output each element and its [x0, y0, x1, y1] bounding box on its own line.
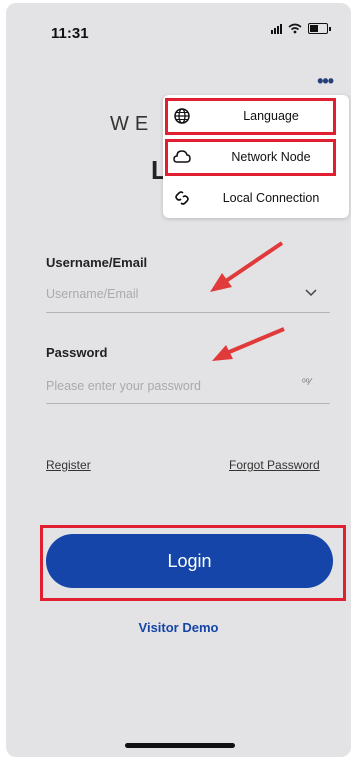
username-label: Username/Email — [46, 255, 148, 270]
welcome-title: WE — [110, 113, 155, 135]
visitor-demo-link[interactable]: Visitor Demo — [6, 620, 351, 635]
highlight-language — [165, 98, 336, 135]
eye-closed-icon[interactable]: ᵒᵒ⁄ — [302, 377, 311, 388]
battery-tip — [329, 26, 331, 31]
register-link[interactable]: Register — [46, 458, 91, 472]
status-time: 11:31 — [51, 25, 89, 42]
password-underline — [46, 403, 330, 404]
menu-item-label: Local Connection — [222, 191, 320, 205]
login-button[interactable]: Login — [46, 534, 333, 588]
home-indicator[interactable] — [125, 743, 235, 748]
password-label: Password — [46, 345, 108, 360]
wifi-icon — [288, 23, 302, 34]
more-menu-icon[interactable]: ••• — [317, 71, 334, 92]
annotation-arrow — [210, 241, 284, 292]
battery-icon — [308, 23, 328, 34]
highlight-network-node — [165, 139, 336, 176]
annotation-arrow — [212, 327, 285, 361]
link-icon — [175, 191, 189, 205]
username-underline — [46, 312, 330, 313]
chevron-down-icon[interactable] — [304, 286, 318, 300]
status-icons — [271, 23, 331, 34]
signal-icon — [271, 23, 282, 34]
forgot-password-link[interactable]: Forgot Password — [229, 458, 320, 472]
username-input[interactable] — [46, 283, 329, 305]
phone-screen: 11:31 ••• WE L Language Network Node Loc… — [6, 3, 351, 757]
menu-item-local-connection[interactable]: Local Connection — [163, 179, 349, 217]
password-input[interactable] — [46, 375, 329, 397]
